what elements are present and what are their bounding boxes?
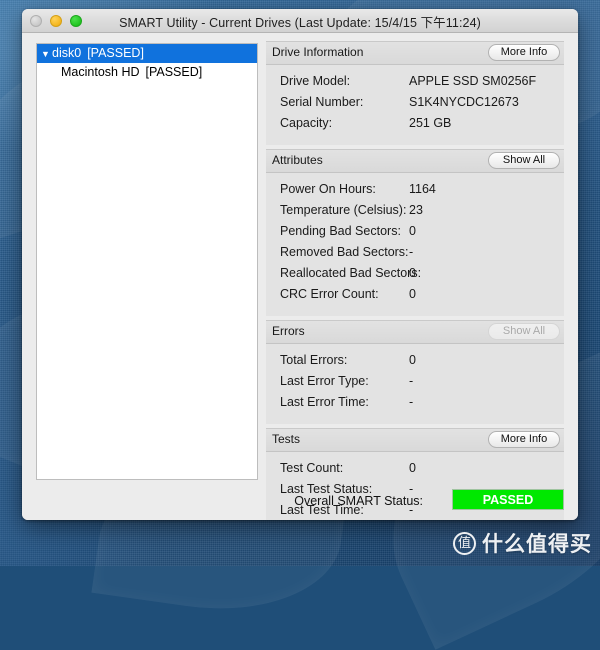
detail-value: 0 <box>409 353 416 367</box>
details-section: Errors Show All Total Errors: 0 Last Error T… <box>266 320 564 424</box>
section-action-button[interactable]: Show All <box>488 152 560 169</box>
section-body: Power On Hours:1164Temperature (Celsius)… <box>266 173 564 316</box>
detail-label: CRC Error Count: <box>280 287 379 301</box>
section-title: Attributes <box>272 153 323 167</box>
status-bar: Overall SMART Status: PASSED <box>22 481 578 520</box>
drive-name: Macintosh HD <box>61 65 140 79</box>
watermark-text: 什么值得买 <box>482 528 592 558</box>
detail-row: Last Error Type: - <box>266 373 564 394</box>
section-body: Drive Model: APPLE SSD SM0256F Serial Numb… <box>266 65 564 145</box>
detail-label: Reallocated Bad Sectors: <box>280 266 421 280</box>
detail-label: Last Error Time: <box>280 395 369 409</box>
window-titlebar[interactable]: SMART Utility - Current Drives (Last Upd… <box>22 9 578 33</box>
section-title: Tests <box>272 432 300 446</box>
drive-name: disk0 <box>52 46 81 60</box>
detail-label: Test Count: <box>280 461 343 475</box>
details-section: Drive Information More Info Drive Model: AP… <box>266 41 564 145</box>
detail-value: 0 <box>409 266 416 280</box>
detail-label: Pending Bad Sectors: <box>280 224 401 238</box>
detail-row: Removed Bad Sectors:- <box>266 244 564 265</box>
watermark-logo-icon: 值 <box>453 532 476 555</box>
section-action-button: Show All <box>488 323 560 340</box>
detail-value: APPLE SSD SM0256F <box>409 74 536 88</box>
detail-label: Capacity: <box>280 116 332 130</box>
drive-list[interactable]: ▼disk0 [PASSED] Macintosh HD [PASSED] <box>36 43 258 480</box>
detail-row: Last Error Time: - <box>266 394 564 415</box>
detail-value: - <box>409 395 413 409</box>
details-panel: Drive Information More Info Drive Model: AP… <box>266 41 564 520</box>
detail-value: 1164 <box>409 182 436 196</box>
section-header: Errors Show All <box>266 320 564 344</box>
detail-value: S1K4NYCDC12673 <box>409 95 519 109</box>
drive-list-item[interactable]: ▼disk0 [PASSED] <box>37 44 257 63</box>
window-body: ▼disk0 [PASSED] Macintosh HD [PASSED] Drive… <box>22 33 578 520</box>
detail-label: Temperature (Celsius): <box>280 203 406 217</box>
detail-row: Test Count: 0 <box>266 460 564 481</box>
section-body: Total Errors:0Last Error Type:-Last Erro… <box>266 344 564 424</box>
detail-label: Total Errors: <box>280 353 347 367</box>
watermark: 值 什么值得买 <box>453 528 592 558</box>
detail-value: 0 <box>409 224 416 238</box>
details-section: AttributesShow AllPower On Hours:1164Tem… <box>266 149 564 316</box>
section-header: Drive Information More Info <box>266 41 564 65</box>
detail-label: Power On Hours: <box>280 182 376 196</box>
window-title: SMART Utility - Current Drives (Last Upd… <box>22 12 578 31</box>
detail-label: Drive Model: <box>280 74 350 88</box>
smart-utility-window: SMART Utility - Current Drives (Last Upd… <box>22 9 578 520</box>
section-action-button[interactable]: More Info <box>488 44 560 61</box>
overall-status-label: Overall SMART Status: <box>294 494 423 508</box>
detail-row: Reallocated Bad Sectors:0 <box>266 265 564 286</box>
detail-value: 0 <box>409 287 416 301</box>
detail-label: Last Error Type: <box>280 374 369 388</box>
detail-row: Total Errors: 0 <box>266 352 564 373</box>
detail-label: Removed Bad Sectors: <box>280 245 409 259</box>
overall-status-badge: PASSED <box>452 489 564 510</box>
detail-row: Capacity: 251 GB <box>266 115 564 136</box>
detail-value: 251 GB <box>409 116 451 130</box>
detail-value: 0 <box>409 461 416 475</box>
detail-label: Serial Number: <box>280 95 363 109</box>
drive-status: [PASSED] <box>87 46 144 60</box>
detail-row: CRC Error Count: 0 <box>266 286 564 307</box>
section-action-button[interactable]: More Info <box>488 431 560 448</box>
detail-value: 23 <box>409 203 423 217</box>
section-header: Attributes Show All <box>266 149 564 173</box>
detail-row: Temperature (Celsius):23 <box>266 202 564 223</box>
section-title: Drive Information <box>272 45 363 59</box>
section-title: Errors <box>272 324 305 338</box>
detail-row: Serial Number: S1K4NYCDC12673 <box>266 94 564 115</box>
detail-row: Pending Bad Sectors: 0 <box>266 223 564 244</box>
detail-value: - <box>409 374 413 388</box>
detail-row: Drive Model: APPLE SSD SM0256F <box>266 73 564 94</box>
detail-value: - <box>409 245 413 259</box>
disclosure-triangle-icon[interactable]: ▼ <box>41 45 52 64</box>
drive-status: [PASSED] <box>146 65 203 79</box>
drive-list-item[interactable]: Macintosh HD [PASSED] <box>37 63 257 82</box>
detail-row: Power On Hours: 1164 <box>266 181 564 202</box>
section-header: Tests More Info <box>266 428 564 452</box>
